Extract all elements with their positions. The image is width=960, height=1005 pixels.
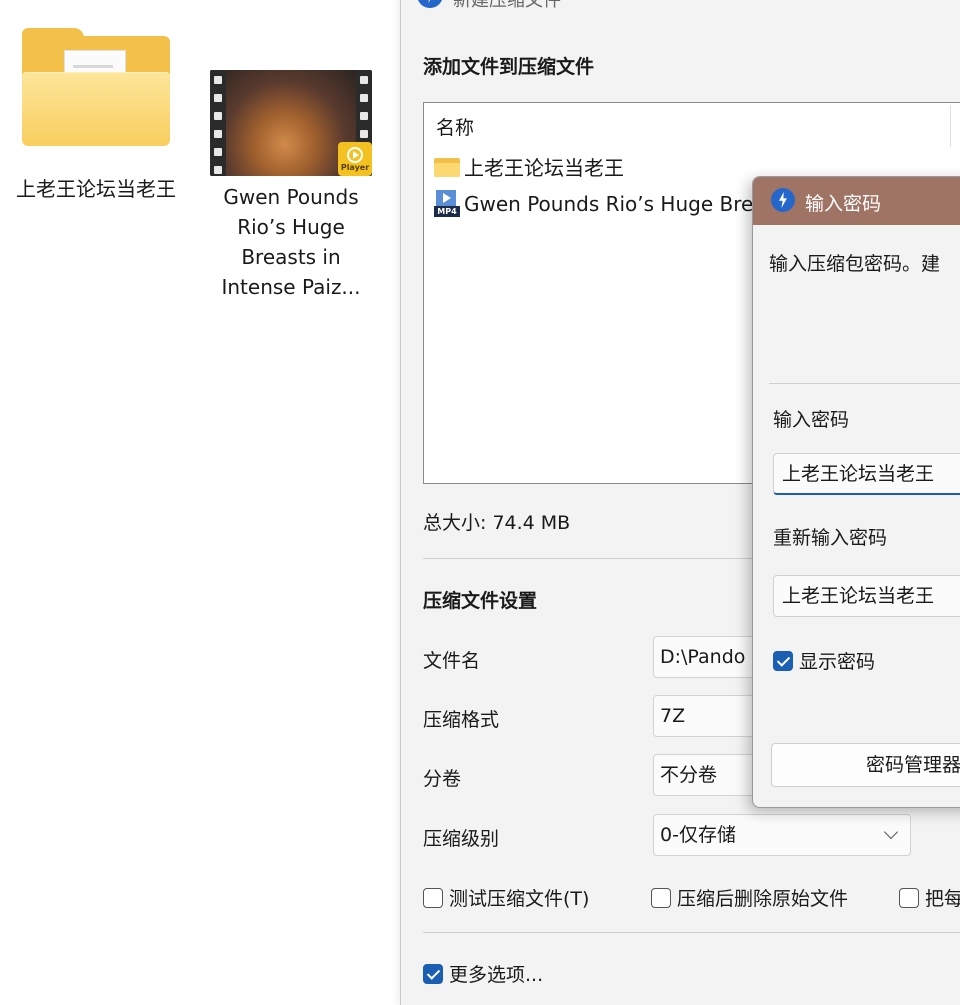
test-archive-checkbox[interactable]: 测试压缩文件(T) <box>423 884 589 911</box>
mp4-file-icon: MP4 <box>434 190 460 218</box>
add-files-heading: 添加文件到压缩文件 <box>423 56 595 78</box>
desktop-video-file[interactable]: Player Gwen Pounds Rio’s Huge Breasts in… <box>206 70 376 302</box>
password-input[interactable]: 上老王论坛当老王 <box>773 453 960 495</box>
checkbox-icon <box>899 887 919 908</box>
delete-after-label: 压缩后删除原始文件 <box>677 888 849 910</box>
file-name: Gwen Pounds Rio’s Huge Bre <box>464 192 754 216</box>
password-manager-button[interactable]: 密码管理器 <box>771 743 960 787</box>
total-size: 总大小: 74.4 MB <box>423 512 571 534</box>
password-dialog-titlebar[interactable]: 输入密码 <box>753 177 960 225</box>
folder-icon <box>22 28 170 146</box>
desktop: 上老王论坛当老王 Player Gwen Pounds Rio’s Huge B… <box>0 0 400 1005</box>
column-header-name[interactable]: 名称 <box>436 113 474 140</box>
more-options-label: 更多选项... <box>449 964 544 986</box>
confirm-password-input[interactable]: 上老王论坛当老王 <box>773 575 960 617</box>
checkbox-icon <box>651 887 671 908</box>
checkbox-icon <box>423 887 443 908</box>
folder-icon <box>434 155 460 177</box>
show-password-checkbox[interactable]: 显示密码 <box>773 647 875 674</box>
desktop-folder-label: 上老王论坛当老王 <box>16 177 176 201</box>
format-label: 压缩格式 <box>423 709 500 731</box>
archive-settings-heading: 压缩文件设置 <box>423 590 538 612</box>
video-thumbnail: Player <box>210 70 372 176</box>
desktop-folder[interactable]: 上老王论坛当老王 <box>14 28 178 204</box>
password-description: 输入压缩包密码。建 <box>769 253 941 275</box>
each-separate-label: 把每 <box>925 888 960 910</box>
main-dialog-title: 新建压缩文件 <box>453 0 561 11</box>
split-label: 分卷 <box>423 768 462 790</box>
file-name: 上老王论坛当老王 <box>464 155 624 180</box>
player-badge-icon: Player <box>338 142 372 176</box>
file-list-row[interactable]: 上老王论坛当老王 <box>434 151 624 181</box>
test-archive-label: 测试压缩文件(T) <box>449 888 590 910</box>
checkbox-checked-icon <box>423 963 443 984</box>
checkbox-checked-icon <box>773 650 793 671</box>
level-value: 0-仅存储 <box>660 824 736 846</box>
confirm-password-label: 重新输入密码 <box>773 527 888 549</box>
desktop-video-label: Gwen Pounds Rio’s Huge Breasts in Intens… <box>221 185 361 299</box>
chevron-down-icon <box>883 824 899 840</box>
main-titlebar: 新建压缩文件 <box>401 0 960 11</box>
password-dialog: 输入密码 输入压缩包密码。建 输入密码 上老王论坛当老王 重新输入密码 上老王论… <box>752 176 960 808</box>
level-label: 压缩级别 <box>423 828 500 850</box>
show-password-label: 显示密码 <box>799 651 876 673</box>
divider <box>423 932 960 933</box>
more-options-checkbox[interactable]: 更多选项... <box>423 960 543 987</box>
level-select[interactable]: 0-仅存储 <box>653 814 911 856</box>
delete-after-checkbox[interactable]: 压缩后删除原始文件 <box>651 884 848 911</box>
filename-label: 文件名 <box>423 650 481 672</box>
each-separate-checkbox[interactable]: 把每 <box>899 884 960 911</box>
password-label: 输入密码 <box>773 409 850 431</box>
app-logo-icon <box>771 188 795 212</box>
app-logo-icon <box>417 0 443 8</box>
file-list-row[interactable]: MP4 Gwen Pounds Rio’s Huge Bre <box>434 189 753 219</box>
password-dialog-title: 输入密码 <box>805 193 882 215</box>
divider <box>769 383 960 384</box>
